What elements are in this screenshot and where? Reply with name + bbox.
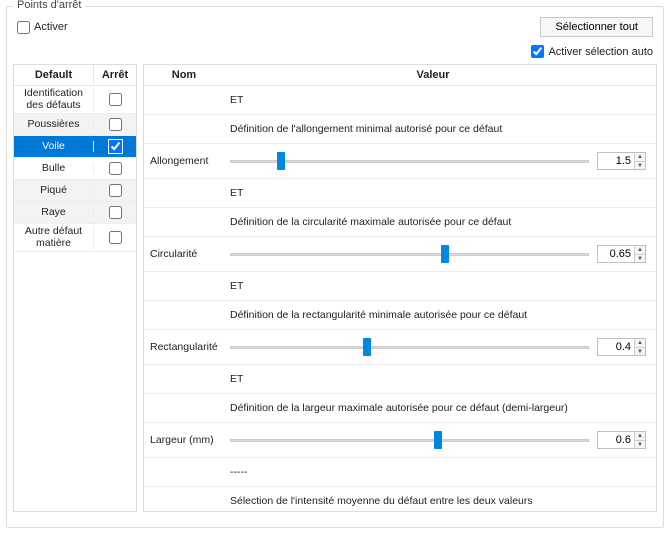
- def-circularite-text: Définition de la circularité maximale au…: [224, 208, 656, 236]
- et-label: ET: [224, 179, 656, 207]
- defect-stop-checkbox[interactable]: [109, 184, 122, 197]
- row-def-circularite: Définition de la circularité maximale au…: [144, 208, 656, 237]
- circularite-input[interactable]: [598, 247, 634, 261]
- spin-up[interactable]: ▲: [634, 432, 645, 440]
- defect-label: Poussières: [14, 119, 94, 131]
- row-def-intensite: Sélection de l'intensité moyenne du défa…: [144, 487, 656, 511]
- row-et: ET: [144, 179, 656, 208]
- largeur-label: Largeur (mm): [144, 426, 224, 454]
- et-label: ET: [224, 272, 656, 300]
- select-all-button[interactable]: Sélectionner tout: [540, 17, 653, 37]
- largeur-spinner[interactable]: ▲▼: [597, 431, 646, 449]
- spin-down[interactable]: ▼: [634, 440, 645, 448]
- rectangularite-label: Rectangularité: [144, 333, 224, 361]
- group-title: Points d'arrêt: [13, 0, 85, 11]
- row-def-rectangularite: Définition de la rectangularité minimale…: [144, 301, 656, 330]
- allongement-slider[interactable]: [230, 152, 589, 170]
- defects-table-header: Default Arrêt: [14, 65, 136, 86]
- auto-select-checkbox[interactable]: [531, 45, 544, 58]
- params-panel: Nom Valeur ET Définition de l'allongemen…: [143, 64, 657, 512]
- largeur-slider[interactable]: [230, 431, 589, 449]
- dashes-text: -----: [224, 458, 656, 486]
- spin-down[interactable]: ▼: [634, 161, 645, 169]
- rectangularite-slider[interactable]: [230, 338, 589, 356]
- defects-rows: Identification des défauts Poussières Voil…: [14, 86, 136, 252]
- row-et: ET: [144, 86, 656, 115]
- spin-up[interactable]: ▲: [634, 246, 645, 254]
- rectangularite-input[interactable]: [598, 340, 634, 354]
- row-def-allongement: Définition de l'allongement minimal auto…: [144, 115, 656, 144]
- defect-row[interactable]: Raye: [14, 202, 136, 224]
- activate-label: Activer: [34, 21, 68, 33]
- circularite-slider[interactable]: [230, 245, 589, 263]
- def-rectangularite-text: Définition de la rectangularité minimale…: [224, 301, 656, 329]
- circularite-spinner[interactable]: ▲▼: [597, 245, 646, 263]
- circularite-label: Circularité: [144, 240, 224, 268]
- allongement-input[interactable]: [598, 154, 634, 168]
- allongement-spinner[interactable]: ▲▼: [597, 152, 646, 170]
- def-intensite-text: Sélection de l'intensité moyenne du défa…: [224, 487, 656, 511]
- row-rectangularite: Rectangularité ▲▼: [144, 330, 656, 365]
- breakpoints-group: Points d'arrêt Activer Sélectionner tout…: [6, 6, 664, 528]
- defect-row[interactable]: Identification des défauts: [14, 86, 136, 114]
- row-circularite: Circularité ▲▼: [144, 237, 656, 272]
- row-dashes: -----: [144, 458, 656, 487]
- row-def-largeur: Définition de la largeur maximale autori…: [144, 394, 656, 423]
- header-default: Default: [14, 65, 94, 85]
- defect-stop-checkbox[interactable]: [109, 118, 122, 131]
- row-et: ET: [144, 272, 656, 301]
- auto-select-row: Activer sélection auto: [13, 41, 657, 64]
- defect-stop-checkbox[interactable]: [109, 140, 122, 153]
- row-allongement: Allongement ▲▼: [144, 144, 656, 179]
- defect-stop-checkbox[interactable]: [109, 93, 122, 106]
- defect-row[interactable]: Poussières: [14, 114, 136, 136]
- auto-select-checkbox-wrap[interactable]: Activer sélection auto: [531, 45, 653, 58]
- defect-label: Identification des défauts: [14, 88, 94, 111]
- defect-label: Autre défaut matière: [14, 226, 94, 249]
- et-label: ET: [224, 86, 656, 114]
- spin-down[interactable]: ▼: [634, 254, 645, 262]
- spin-up[interactable]: ▲: [634, 153, 645, 161]
- auto-select-label: Activer sélection auto: [548, 46, 653, 58]
- defect-stop-checkbox[interactable]: [109, 162, 122, 175]
- et-label: ET: [224, 365, 656, 393]
- row-largeur: Largeur (mm) ▲▼: [144, 423, 656, 458]
- defect-label: Voile: [14, 141, 94, 153]
- largeur-input[interactable]: [598, 433, 634, 447]
- header-valeur: Valeur: [224, 65, 642, 85]
- row-et: ET: [144, 365, 656, 394]
- params-body[interactable]: ET Définition de l'allongement minimal a…: [144, 86, 656, 511]
- defect-stop-checkbox[interactable]: [109, 206, 122, 219]
- allongement-label: Allongement: [144, 147, 224, 175]
- params-header: Nom Valeur: [144, 65, 656, 86]
- defect-row[interactable]: Bulle: [14, 158, 136, 180]
- def-allongement-text: Définition de l'allongement minimal auto…: [224, 115, 656, 143]
- rectangularite-spinner[interactable]: ▲▼: [597, 338, 646, 356]
- defect-row[interactable]: Autre défaut matière: [14, 224, 136, 252]
- defect-stop-checkbox[interactable]: [109, 231, 122, 244]
- defect-row[interactable]: Voile: [14, 136, 136, 158]
- defect-row[interactable]: Piqué: [14, 180, 136, 202]
- spin-down[interactable]: ▼: [634, 347, 645, 355]
- defect-label: Piqué: [14, 185, 94, 197]
- activate-checkbox[interactable]: [17, 21, 30, 34]
- defect-label: Raye: [14, 207, 94, 219]
- header-nom: Nom: [144, 65, 224, 85]
- def-largeur-text: Définition de la largeur maximale autori…: [224, 394, 656, 422]
- defect-label: Bulle: [14, 163, 94, 175]
- header-arret: Arrêt: [94, 65, 136, 85]
- activate-checkbox-wrap[interactable]: Activer: [17, 21, 68, 34]
- top-row: Activer Sélectionner tout: [13, 15, 657, 41]
- spin-up[interactable]: ▲: [634, 339, 645, 347]
- main-area: Default Arrêt Identification des défauts…: [13, 64, 657, 512]
- defects-table: Default Arrêt Identification des défauts…: [13, 64, 137, 512]
